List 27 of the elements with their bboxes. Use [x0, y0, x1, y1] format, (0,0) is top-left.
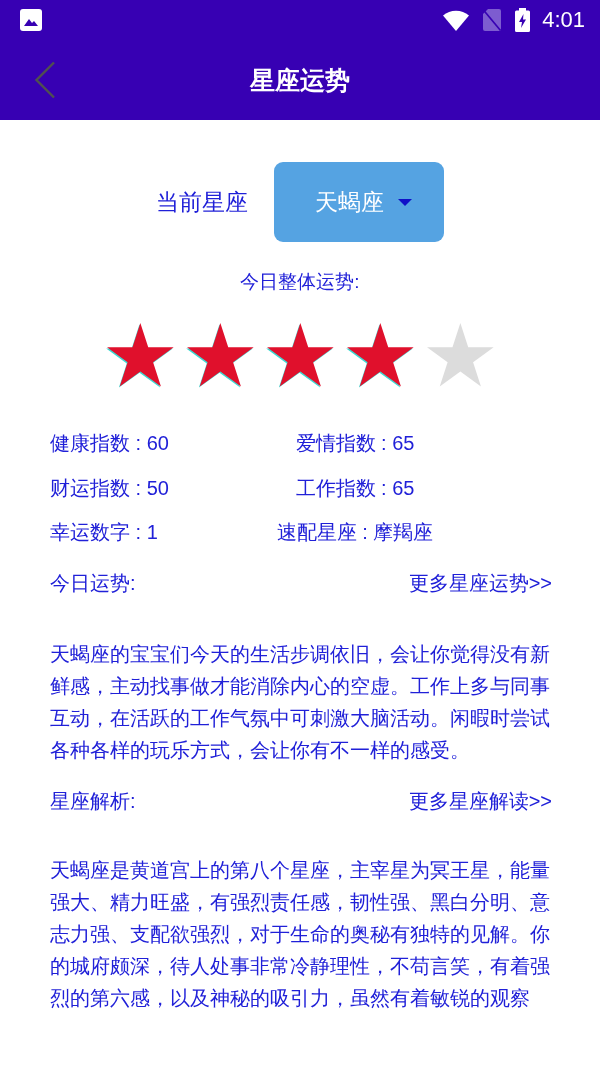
star-icon [186, 323, 254, 388]
wifi-icon [443, 9, 470, 31]
caret-icon [397, 198, 412, 206]
index-text: 速配星座 : 摩羯座 [276, 520, 434, 544]
section-heading: 星座解析: [50, 789, 136, 813]
more-link[interactable]: 更多星座运势>> [408, 571, 552, 595]
page-title: 星座运势 [250, 65, 350, 96]
index-text: 爱情指数 : 65 [295, 431, 415, 455]
status-time: 4:01 [542, 7, 585, 33]
section-heading: 今日运势: [50, 571, 136, 595]
index-text: 健康指数 : 60 [50, 431, 169, 455]
index-text: 工作指数 : 65 [295, 475, 415, 500]
star-icon [426, 323, 494, 388]
star-icon [346, 323, 414, 388]
current-sign-label: 当前星座 [156, 188, 248, 216]
fortune-paragraph: 天蝎座的宝宝们今天的生活步调依旧，会让你觉得没有新鲜感，主动找事做才能消除内心的空虚。工作上多与同事互动，在活跃的工作气氛中可刺激大脑活动。闲暇时尝试各种各样的玩乐方式，会让你有不一样的感受。 [50, 642, 551, 763]
no-sim-icon [483, 9, 502, 31]
back-icon[interactable] [34, 61, 56, 99]
index-text: 幸运数字 : 1 [50, 520, 158, 544]
index-text: 财运指数 : 50 [50, 475, 169, 500]
image-icon [20, 9, 42, 31]
star-icon [106, 323, 174, 388]
overall-fortune-label: 今日整体运势: [239, 270, 361, 294]
more-link[interactable]: 更多星座解读>> [408, 789, 552, 813]
star-icon [266, 323, 334, 388]
sign-description: 天蝎座是黄道宫上的第八个星座，主宰星为冥王星，能量强大、精力旺盛，有强烈责任感，韧性强、黑白分明、意志力强、支配欲强烈，对于生命的奥秘有独特的见解。你的城府颇深，待人处事非常冷静理性，不苟言笑，有着强烈的第六感，以及神秘的吸引力，虽然有着敏锐的观察 [50, 858, 551, 1011]
battery-charging-icon [515, 8, 531, 32]
